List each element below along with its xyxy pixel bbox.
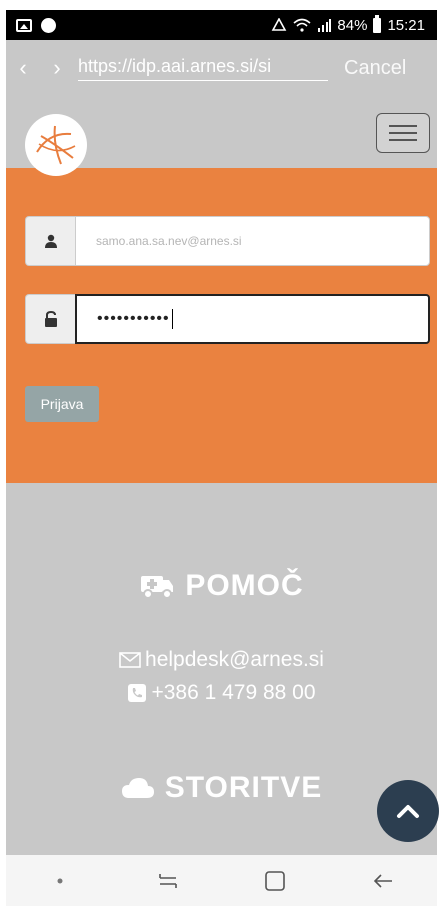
phone-icon xyxy=(128,684,147,702)
user-icon xyxy=(44,234,57,248)
envelope-icon xyxy=(119,652,141,668)
username-addon xyxy=(25,216,75,266)
data-saver-icon xyxy=(272,18,287,31)
back-nav-button[interactable] xyxy=(353,861,413,901)
battery-icon xyxy=(373,14,382,33)
menu-bar-icon xyxy=(389,139,417,141)
notification-icon xyxy=(41,17,56,33)
chevron-up-icon xyxy=(397,805,419,818)
page-header xyxy=(6,96,437,176)
services-heading: STORITVE xyxy=(6,771,437,805)
home-button[interactable] xyxy=(245,861,305,901)
footer-section: POMOČ helpdesk@arnes.si +386 1 479 88 00… xyxy=(6,483,437,855)
password-addon xyxy=(25,294,75,344)
services-title: STORITVE xyxy=(164,771,323,804)
email-link[interactable]: helpdesk@arnes.si xyxy=(145,648,324,672)
username-input[interactable]: samo.ana.sa.nev@arnes.si xyxy=(75,216,430,266)
clock: 15:21 xyxy=(387,16,425,34)
scroll-to-top-button[interactable] xyxy=(377,780,439,842)
phone-link[interactable]: +386 1 479 88 00 xyxy=(151,681,315,705)
dot-icon xyxy=(57,878,63,883)
cancel-button[interactable]: Cancel xyxy=(344,57,406,80)
text-caret xyxy=(171,309,174,329)
back-button[interactable]: ‹ xyxy=(6,55,40,81)
home-icon xyxy=(265,870,286,891)
help-heading: POMOČ xyxy=(6,569,437,603)
phone-contact[interactable]: +386 1 479 88 00 xyxy=(6,681,437,705)
unlock-icon xyxy=(44,311,57,327)
arnes-logo[interactable] xyxy=(25,114,87,176)
browser-url-bar: ‹ › https://idp.aai.arnes.si/si Cancel xyxy=(6,40,437,96)
password-dots: ••••••••••• xyxy=(97,310,170,327)
gallery-icon xyxy=(16,18,32,32)
wifi-icon xyxy=(293,18,311,32)
cloud-icon xyxy=(121,778,154,798)
android-nav-bar xyxy=(6,855,437,906)
forward-button[interactable]: › xyxy=(40,55,74,81)
signal-icon xyxy=(318,19,332,32)
arnes-logo-mark xyxy=(36,125,76,165)
password-field: ••••••••••• xyxy=(25,294,430,344)
recents-icon xyxy=(158,873,177,888)
login-button[interactable]: Prijava xyxy=(25,386,99,422)
nav-dot-button[interactable] xyxy=(30,861,90,901)
password-input[interactable]: ••••••••••• xyxy=(75,294,430,344)
menu-button[interactable] xyxy=(376,113,430,153)
status-bar: 84% 15:21 xyxy=(6,10,437,40)
help-title: POMOČ xyxy=(185,569,304,602)
url-field[interactable]: https://idp.aai.arnes.si/si xyxy=(78,56,328,81)
username-field: samo.ana.sa.nev@arnes.si xyxy=(25,216,430,266)
menu-bar-icon xyxy=(389,132,417,134)
menu-bar-icon xyxy=(389,125,417,127)
ambulance-icon xyxy=(141,576,174,599)
recents-button[interactable] xyxy=(138,861,198,901)
battery-percent: 84% xyxy=(337,16,368,34)
back-arrow-icon xyxy=(373,873,393,888)
email-contact[interactable]: helpdesk@arnes.si xyxy=(6,648,437,672)
login-section: samo.ana.sa.nev@arnes.si ••••••••••• Pri… xyxy=(6,168,437,483)
